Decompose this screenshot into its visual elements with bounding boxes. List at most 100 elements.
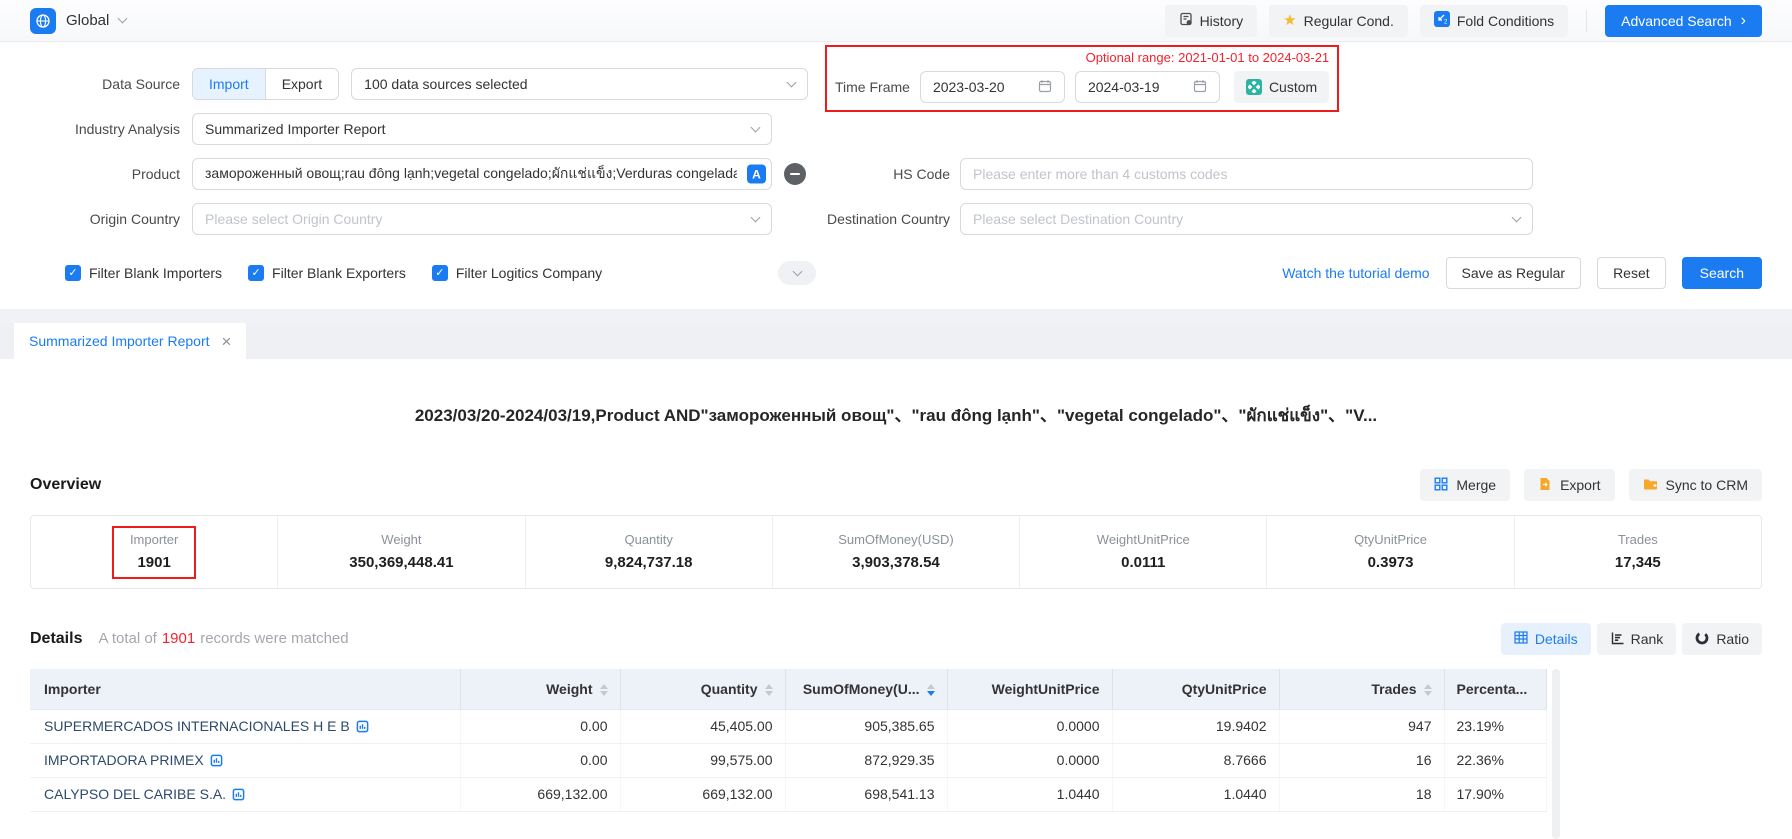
importer-cell: SUPERMERCADOS INTERNACIONALES H E B — [30, 709, 460, 743]
column-header-quantity[interactable]: Quantity — [620, 669, 785, 709]
origin-country-select[interactable]: Please select Origin Country — [192, 203, 772, 235]
filter-checkbox-group: ✓ Filter Blank Importers ✓Filter Blank Exp… — [65, 265, 602, 281]
table-scrollbar[interactable] — [1552, 669, 1560, 839]
history-button[interactable]: History — [1165, 5, 1258, 37]
importer-link[interactable]: IMPORTADORA PRIMEX — [44, 752, 204, 768]
checkbox-checked-icon[interactable]: ✓ — [432, 265, 448, 281]
custom-grid-icon — [1246, 79, 1262, 95]
filter-checkbox-filter-blank-importers[interactable]: ✓ Filter Blank Importers — [65, 265, 222, 281]
product-input[interactable]: замороженный овощ;rau đông lạnh;vegetal … — [192, 158, 772, 190]
importer-cell: CALYPSO DEL CARIBE S.A. — [30, 777, 460, 811]
data-sources-select[interactable]: 100 data sources selected — [351, 68, 808, 100]
value-cell: 669,132.00 — [460, 777, 620, 811]
fold-conditions-button[interactable]: 2 Fold Conditions — [1420, 5, 1568, 37]
stat-label: Quantity — [605, 532, 693, 547]
product-label: Product — [30, 166, 180, 182]
topbar: Global History ★ Regular Cond. 2 Fold Co… — [0, 0, 1792, 42]
folder-sync-icon — [1643, 477, 1658, 494]
sort-icon[interactable] — [1424, 684, 1432, 696]
advanced-search-button[interactable]: Advanced Search › — [1605, 5, 1762, 37]
value-cell: 0.00 — [460, 743, 620, 777]
export-tab[interactable]: Export — [265, 69, 338, 99]
destination-country-select[interactable]: Please select Destination Country — [960, 203, 1533, 235]
history-label: History — [1200, 13, 1244, 29]
column-header-trades[interactable]: Trades — [1279, 669, 1444, 709]
value-cell: 99,575.00 — [620, 743, 785, 777]
industry-analysis-select[interactable]: Summarized Importer Report — [192, 113, 772, 145]
column-header-weightunitprice: WeightUnitPrice — [947, 669, 1112, 709]
industry-analysis-value: Summarized Importer Report — [205, 121, 386, 137]
region-selector[interactable]: Global — [30, 8, 126, 34]
overview-stat-quantity: Quantity 9,824,737.18 — [526, 516, 773, 588]
importer-link[interactable]: CALYPSO DEL CARIBE S.A. — [44, 786, 226, 802]
value-cell: 0.0000 — [947, 709, 1112, 743]
destination-country-placeholder: Please select Destination Country — [973, 211, 1183, 227]
custom-range-button[interactable]: Custom — [1234, 71, 1329, 103]
view-ratio-button[interactable]: Ratio — [1682, 623, 1762, 655]
translate-icon[interactable]: A — [747, 165, 766, 184]
report-content: 2023/03/20-2024/03/19,Product AND"заморо… — [0, 401, 1792, 812]
region-label: Global — [66, 12, 109, 29]
overview-stat-weight: Weight 350,369,448.41 — [278, 516, 525, 588]
stat-value: 350,369,448.41 — [349, 554, 453, 571]
sort-icon[interactable] — [765, 684, 773, 696]
view-rank-button[interactable]: Rank — [1597, 623, 1677, 655]
tab-label: Summarized Importer Report — [29, 333, 210, 349]
import-tab[interactable]: Import — [193, 69, 265, 99]
merge-button[interactable]: Merge — [1420, 469, 1510, 501]
stat-label: WeightUnitPrice — [1097, 532, 1190, 547]
value-cell: 669,132.00 — [620, 777, 785, 811]
column-label: Trades — [1371, 681, 1416, 697]
checkbox-label: Filter Blank Importers — [89, 265, 222, 281]
sort-icon[interactable] — [600, 684, 608, 696]
tutorial-link[interactable]: Watch the tutorial demo — [1282, 265, 1429, 281]
company-icon[interactable] — [232, 788, 245, 801]
view-details-button[interactable]: Details — [1501, 623, 1591, 655]
stat-label: Weight — [349, 532, 453, 547]
checkbox-checked-icon[interactable]: ✓ — [65, 265, 81, 281]
save-as-regular-button[interactable]: Save as Regular — [1446, 257, 1582, 289]
chevron-down-icon — [118, 14, 128, 24]
merge-label: Merge — [1456, 477, 1496, 493]
overview-stat-importer: Importer1901 — [31, 516, 278, 588]
export-button[interactable]: Export — [1524, 469, 1614, 501]
value-cell: 19.9402 — [1112, 709, 1279, 743]
column-header-weight[interactable]: Weight — [460, 669, 620, 709]
reset-button[interactable]: Reset — [1597, 257, 1666, 289]
checkbox-checked-icon[interactable]: ✓ — [248, 265, 264, 281]
table-row: CALYPSO DEL CARIBE S.A. 669,132.00669,132… — [30, 777, 1546, 811]
hs-code-label: HS Code — [785, 166, 950, 182]
overview-stat-weightunitprice: WeightUnitPrice 0.0111 — [1020, 516, 1267, 588]
importer-link[interactable]: SUPERMERCADOS INTERNACIONALES H E B — [44, 718, 350, 734]
column-header-sumofmoney-u[interactable]: SumOfMoney(U... — [785, 669, 947, 709]
column-label: Percenta... — [1457, 681, 1528, 697]
column-label: Quantity — [701, 681, 758, 697]
sync-to-crm-button[interactable]: Sync to CRM — [1629, 469, 1762, 501]
close-icon[interactable]: × — [222, 333, 232, 350]
regular-cond-button[interactable]: ★ Regular Cond. — [1269, 5, 1408, 37]
table-row: SUPERMERCADOS INTERNACIONALES H E B0.004… — [30, 709, 1546, 743]
merge-icon — [1434, 477, 1448, 494]
rank-icon — [1610, 631, 1624, 648]
start-date-input[interactable]: 2023-03-20 — [920, 71, 1065, 103]
search-button[interactable]: Search — [1682, 257, 1762, 289]
pie-icon — [1695, 631, 1709, 648]
sort-icon[interactable] — [927, 684, 935, 696]
stat-value: 0.3973 — [1354, 554, 1427, 571]
overview-stats-card: Importer1901 Weight 350,369,448.41 Quantity… — [30, 515, 1762, 589]
stat-value: 9,824,737.18 — [605, 554, 693, 571]
collapse-form-button[interactable] — [778, 261, 816, 285]
hs-code-input[interactable]: Please enter more than 4 customs codes — [960, 158, 1533, 190]
history-icon — [1179, 12, 1193, 29]
sync-to-crm-label: Sync to CRM — [1666, 477, 1748, 493]
stat-label: SumOfMoney(USD) — [838, 532, 954, 547]
company-icon[interactable] — [356, 720, 369, 733]
filter-checkbox-filter-logitics-company[interactable]: ✓Filter Logitics Company — [432, 265, 602, 281]
end-date-input[interactable]: 2024-03-19 — [1075, 71, 1220, 103]
value-cell: 45,405.00 — [620, 709, 785, 743]
data-sources-value: 100 data sources selected — [364, 76, 527, 92]
tab-summarized-importer-report[interactable]: Summarized Importer Report × — [14, 323, 246, 359]
company-icon[interactable] — [210, 754, 223, 767]
filter-checkbox-filter-blank-exporters[interactable]: ✓Filter Blank Exporters — [248, 265, 406, 281]
stat-value: 0.0111 — [1097, 554, 1190, 571]
